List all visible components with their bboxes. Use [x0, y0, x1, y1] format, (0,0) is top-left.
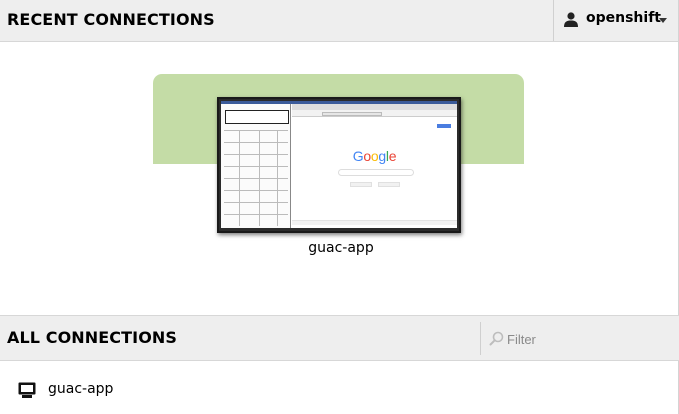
recent-connections-title: RECENT CONNECTIONS	[7, 10, 215, 29]
filter-box	[480, 322, 678, 355]
search-icon	[489, 331, 504, 346]
username-label: openshift	[586, 10, 661, 26]
thumbnail-grid-line	[224, 214, 288, 215]
thumbnail-grid-line	[259, 130, 260, 226]
thumbnail-left-pane	[221, 104, 291, 228]
recent-connections-header: RECENT CONNECTIONS openshift	[0, 0, 679, 42]
thumbnail-search-box	[338, 169, 414, 176]
thumbnail-grid-line	[224, 154, 288, 155]
all-connections-header: ALL CONNECTIONS	[0, 315, 679, 361]
recent-connection-thumbnail[interactable]: Google	[217, 97, 461, 233]
thumbnail-grid-line	[224, 130, 288, 131]
recent-connection-name[interactable]: guac-app	[153, 240, 529, 256]
all-connections-title: ALL CONNECTIONS	[7, 328, 178, 347]
thumbnail-browser: Google	[292, 104, 457, 228]
thumbnail-grid-line	[224, 166, 288, 167]
thumbnail-screen: Google	[221, 101, 457, 228]
thumbnail-button	[350, 182, 372, 187]
user-menu-button[interactable]: openshift	[553, 0, 678, 41]
thumbnail-google-logo: Google	[352, 148, 397, 164]
chevron-down-icon	[659, 18, 667, 23]
connection-name: guac-app	[48, 381, 114, 397]
user-icon	[564, 12, 578, 27]
thumbnail-grid-line	[224, 202, 288, 203]
filter-input[interactable]	[507, 328, 672, 350]
thumbnail-sign-in-button	[437, 124, 451, 128]
thumbnail-url-field	[322, 112, 382, 116]
thumbnail-grid-line	[277, 130, 278, 226]
thumbnail-grid-line	[224, 142, 288, 143]
thumbnail-grid-line	[224, 190, 288, 191]
thumbnail-footer	[292, 220, 457, 225]
thumbnail-button	[378, 182, 400, 187]
thumbnail-left-box	[225, 110, 289, 124]
monitor-icon	[18, 382, 36, 398]
connection-list-item[interactable]: guac-app	[0, 376, 600, 406]
thumbnail-grid-line	[224, 178, 288, 179]
thumbnail-grid-line	[239, 130, 240, 226]
